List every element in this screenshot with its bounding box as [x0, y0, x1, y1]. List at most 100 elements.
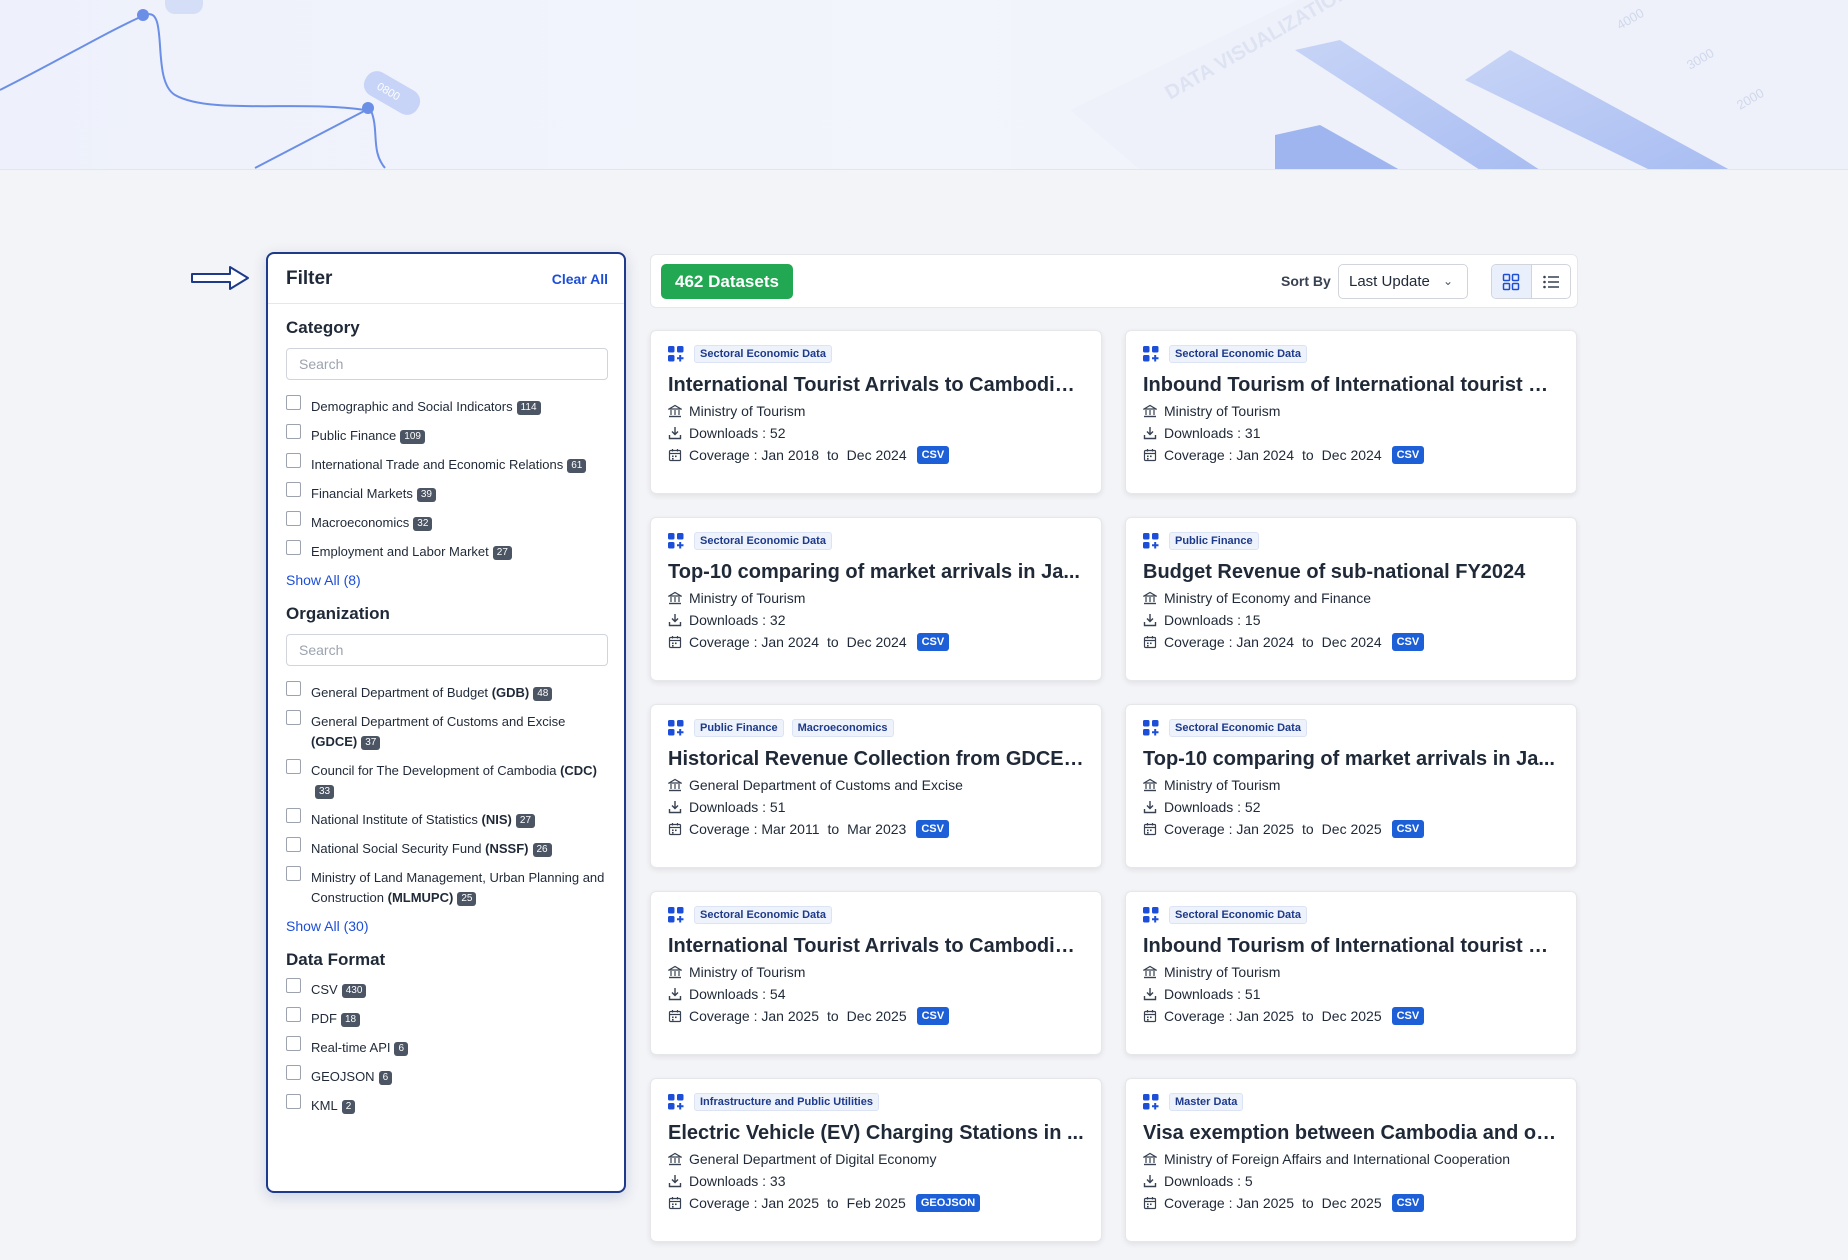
- organization-checkbox[interactable]: [286, 710, 301, 725]
- coverage-to-label: to: [826, 1195, 839, 1211]
- organization-option[interactable]: General Department of Customs and Excise…: [286, 710, 606, 752]
- organization-checkbox[interactable]: [286, 837, 301, 852]
- card-title[interactable]: Electric Vehicle (EV) Charging Stations …: [668, 1122, 1084, 1145]
- organization-option[interactable]: General Department of Budget (GDB) 48: [286, 681, 606, 703]
- card-organization: Ministry of Tourism: [1143, 403, 1559, 419]
- category-tag[interactable]: Public Finance: [694, 719, 784, 737]
- category-tag[interactable]: Sectoral Economic Data: [1169, 906, 1307, 924]
- list-view-button[interactable]: [1532, 265, 1571, 298]
- category-list: Demographic and Social Indicators 114 Publ…: [286, 395, 606, 562]
- building-icon: [1143, 1152, 1164, 1166]
- data-format-option[interactable]: PDF 18: [286, 1007, 606, 1029]
- category-tag[interactable]: Sectoral Economic Data: [1169, 719, 1307, 737]
- organization-search-input[interactable]: [286, 634, 608, 666]
- organization-option-count: 37: [361, 736, 381, 750]
- dataset-card[interactable]: Sectoral Economic Data International Tour…: [650, 891, 1102, 1055]
- category-tag[interactable]: Master Data: [1169, 1093, 1244, 1111]
- card-title[interactable]: International Tourist Arrivals to Cambod…: [668, 935, 1084, 958]
- data-format-checkbox[interactable]: [286, 1007, 301, 1022]
- card-title[interactable]: Historical Revenue Collection from GDCE …: [668, 748, 1084, 771]
- category-checkbox[interactable]: [286, 453, 301, 468]
- organization-option-abbr: (CDC): [560, 763, 597, 778]
- organization-option-abbr: (NIS): [481, 812, 512, 827]
- dataset-card[interactable]: Public Finance Macroeconomics Historical R…: [650, 704, 1102, 868]
- data-format-checkbox[interactable]: [286, 1065, 301, 1080]
- data-format-checkbox[interactable]: [286, 1094, 301, 1109]
- category-tag[interactable]: Public Finance: [1169, 532, 1259, 550]
- card-tags: Sectoral Economic Data: [1143, 719, 1559, 737]
- category-option[interactable]: Public Finance 109: [286, 424, 606, 446]
- downloads-text: Downloads : 5: [1164, 1173, 1253, 1189]
- coverage-to: Dec 2025: [1321, 1008, 1382, 1024]
- organization-show-all-link[interactable]: Show All (30): [286, 918, 368, 934]
- sort-select[interactable]: Last Update ⌄: [1338, 264, 1468, 299]
- list-icon: [1542, 275, 1559, 288]
- organization-option[interactable]: Ministry of Land Management, Urban Plann…: [286, 866, 606, 908]
- coverage-to-label: to: [1301, 1195, 1314, 1211]
- category-option[interactable]: Employment and Labor Market 27: [286, 540, 606, 562]
- dataset-card[interactable]: Sectoral Economic Data Top-10 comparing o…: [650, 517, 1102, 681]
- coverage-from: Coverage : Jan 2025: [689, 1008, 819, 1024]
- category-option[interactable]: International Trade and Economic Relatio…: [286, 453, 606, 475]
- category-checkbox[interactable]: [286, 540, 301, 555]
- coverage-to-label: to: [826, 447, 839, 463]
- clear-all-link[interactable]: Clear All: [552, 271, 608, 287]
- card-title[interactable]: Inbound Tourism of International tourist…: [1143, 935, 1559, 958]
- coverage-to: Dec 2024: [1321, 634, 1382, 650]
- dataset-card[interactable]: Master Data Visa exemption between Cambod…: [1125, 1078, 1577, 1242]
- category-show-all-link[interactable]: Show All (8): [286, 572, 361, 588]
- card-title[interactable]: Top-10 comparing of market arrivals in J…: [1143, 748, 1559, 771]
- organization-checkbox[interactable]: [286, 808, 301, 823]
- organization-option-count: 33: [315, 785, 335, 799]
- organization-name: Ministry of Tourism: [1164, 964, 1281, 980]
- card-title[interactable]: Visa exemption between Cambodia and ot..…: [1143, 1122, 1559, 1145]
- format-badge: CSV: [1391, 446, 1425, 464]
- data-format-checkbox[interactable]: [286, 1036, 301, 1051]
- card-coverage: Coverage : Jan 2025 to Feb 2025 GEOJSON: [668, 1194, 1084, 1212]
- data-format-option[interactable]: GEOJSON 6: [286, 1065, 606, 1087]
- data-format-section: Data Format CSV 430 PDF 18 Real-time API 6 GEO…: [268, 950, 624, 1116]
- grid-view-button[interactable]: [1492, 265, 1532, 298]
- dataset-card[interactable]: Public Finance Budget Revenue of sub-nati…: [1125, 517, 1577, 681]
- organization-checkbox[interactable]: [286, 681, 301, 696]
- dataset-card[interactable]: Sectoral Economic Data Top-10 comparing o…: [1125, 704, 1577, 868]
- category-option[interactable]: Macroeconomics 32: [286, 511, 606, 533]
- dataset-logo-icon: [1143, 533, 1159, 549]
- organization-option[interactable]: National Institute of Statistics (NIS) 27: [286, 808, 606, 830]
- card-title[interactable]: International Tourist Arrivals to Cambod…: [668, 374, 1084, 397]
- category-tag[interactable]: Sectoral Economic Data: [694, 532, 832, 550]
- filter-header: Filter Clear All: [268, 254, 624, 304]
- category-tag[interactable]: Sectoral Economic Data: [694, 345, 832, 363]
- card-title[interactable]: Top-10 comparing of market arrivals in J…: [668, 561, 1084, 584]
- category-tag[interactable]: Infrastructure and Public Utilities: [694, 1093, 879, 1111]
- data-format-option[interactable]: KML 2: [286, 1094, 606, 1116]
- card-coverage: Coverage : Jan 2025 to Dec 2025 CSV: [668, 1007, 1084, 1025]
- downloads-text: Downloads : 32: [689, 612, 786, 628]
- category-tag[interactable]: Sectoral Economic Data: [1169, 345, 1307, 363]
- dataset-logo-icon: [1143, 720, 1159, 736]
- organization-option[interactable]: National Social Security Fund (NSSF) 26: [286, 837, 606, 859]
- dataset-card[interactable]: Sectoral Economic Data International Tour…: [650, 330, 1102, 494]
- category-tag[interactable]: Sectoral Economic Data: [694, 906, 832, 924]
- category-checkbox[interactable]: [286, 395, 301, 410]
- organization-option[interactable]: Council for The Development of Cambodia …: [286, 759, 606, 801]
- category-checkbox[interactable]: [286, 511, 301, 526]
- category-search-input[interactable]: [286, 348, 608, 380]
- dataset-logo-icon: [1143, 907, 1159, 923]
- dataset-card[interactable]: Sectoral Economic Data Inbound Tourism of…: [1125, 891, 1577, 1055]
- organization-checkbox[interactable]: [286, 759, 301, 774]
- data-format-option[interactable]: Real-time API 6: [286, 1036, 606, 1058]
- data-format-option[interactable]: CSV 430: [286, 978, 606, 1000]
- category-option[interactable]: Financial Markets 39: [286, 482, 606, 504]
- category-checkbox[interactable]: [286, 482, 301, 497]
- card-title[interactable]: Budget Revenue of sub-national FY2024: [1143, 561, 1559, 584]
- dataset-card[interactable]: Sectoral Economic Data Inbound Tourism of…: [1125, 330, 1577, 494]
- category-tag[interactable]: Macroeconomics: [791, 719, 894, 737]
- category-option[interactable]: Demographic and Social Indicators 114: [286, 395, 606, 417]
- organization-checkbox[interactable]: [286, 866, 301, 881]
- dataset-card[interactable]: Infrastructure and Public Utilities Elect…: [650, 1078, 1102, 1242]
- card-organization: General Department of Customs and Excise: [668, 777, 1084, 793]
- card-title[interactable]: Inbound Tourism of International tourist…: [1143, 374, 1559, 397]
- data-format-checkbox[interactable]: [286, 978, 301, 993]
- category-checkbox[interactable]: [286, 424, 301, 439]
